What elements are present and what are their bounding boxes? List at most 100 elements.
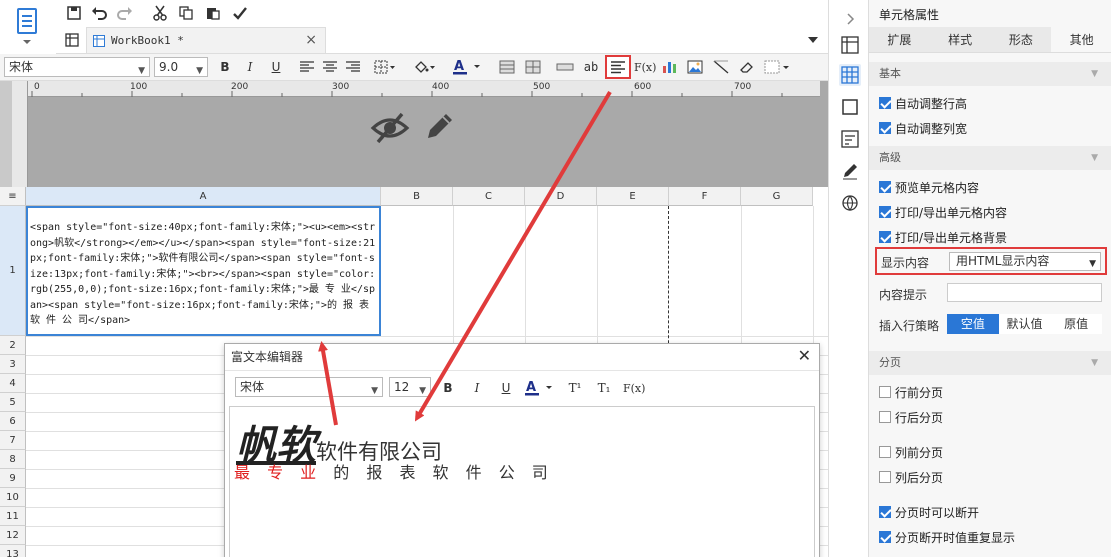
- text-align-button[interactable]: [605, 55, 631, 79]
- checkbox-repeat-on-break[interactable]: 分页断开时值重复显示: [879, 528, 1015, 546]
- checkbox-page-after-row[interactable]: 行后分页: [879, 408, 943, 426]
- section-advanced[interactable]: 高级 ▼: [869, 146, 1111, 170]
- align-left-icon[interactable]: [298, 57, 316, 77]
- row-header-7[interactable]: 7: [0, 431, 26, 450]
- checkbox-page-before-row[interactable]: 行前分页: [879, 383, 943, 401]
- italic-button[interactable]: I: [241, 57, 259, 77]
- checkbox-preview-content[interactable]: 预览单元格内容: [879, 178, 979, 196]
- cut-icon[interactable]: [150, 3, 170, 23]
- cell-properties-icon[interactable]: [839, 64, 861, 86]
- merge-cells-icon[interactable]: [498, 57, 516, 77]
- section-basic[interactable]: 基本 ▼: [869, 62, 1111, 86]
- wrap-text-button[interactable]: ab: [582, 57, 600, 77]
- paste-icon[interactable]: [203, 3, 223, 23]
- font-size-select[interactable]: 9.0 ▼: [154, 57, 208, 77]
- image-icon[interactable]: [686, 57, 704, 77]
- row-header-9[interactable]: 9: [0, 469, 26, 488]
- chart-icon[interactable]: [661, 57, 679, 77]
- indent-icon[interactable]: [556, 57, 574, 77]
- row-header-11[interactable]: 11: [0, 507, 26, 526]
- insert-policy-default[interactable]: 默认值: [999, 314, 1051, 334]
- align-right-icon[interactable]: [344, 57, 362, 77]
- checkbox-print-background[interactable]: 打印/导出单元格背景: [879, 228, 1007, 246]
- close-dialog-icon[interactable]: ✕: [798, 346, 811, 365]
- checkbox-print-content[interactable]: 打印/导出单元格内容: [879, 203, 1007, 221]
- align-center-icon[interactable]: [321, 57, 339, 77]
- editor-formula-button[interactable]: F(x): [623, 378, 645, 398]
- column-header-c[interactable]: C: [453, 187, 525, 206]
- fill-color-icon[interactable]: [414, 57, 436, 77]
- row-header-8[interactable]: 8: [0, 450, 26, 469]
- checkbox-page-before-col[interactable]: 列前分页: [879, 443, 943, 461]
- eraser-icon[interactable]: [738, 57, 756, 77]
- column-header-g[interactable]: G: [741, 187, 813, 206]
- checkbox-auto-col-width[interactable]: 自动调整列宽: [879, 119, 967, 137]
- column-header-e[interactable]: E: [597, 187, 669, 206]
- tab-workbook1[interactable]: WorkBook1 * ×: [86, 27, 326, 53]
- split-cells-icon[interactable]: [524, 57, 542, 77]
- select-all-corner[interactable]: ≡: [0, 187, 26, 206]
- tab-other[interactable]: 其他: [1051, 27, 1111, 52]
- insert-policy-original[interactable]: 原值: [1050, 314, 1102, 334]
- row-header-13[interactable]: 13: [0, 545, 26, 557]
- row-header-5[interactable]: 5: [0, 393, 26, 412]
- close-tab-icon[interactable]: ×: [305, 32, 317, 48]
- mobile-globe-icon[interactable]: [839, 192, 861, 214]
- checkbox-auto-row-height[interactable]: 自动调整行高: [879, 94, 967, 112]
- tab-style[interactable]: 样式: [930, 27, 991, 52]
- column-header-b[interactable]: B: [381, 187, 453, 206]
- widget-icon[interactable]: [839, 96, 861, 118]
- row-header-1[interactable]: 1: [0, 206, 26, 336]
- row-header-6[interactable]: 6: [0, 412, 26, 431]
- cell-a1[interactable]: <span style="font-size:40px;font-family:…: [26, 206, 381, 336]
- redo-icon[interactable]: [115, 3, 135, 23]
- content-hint-input[interactable]: [947, 283, 1102, 302]
- underline-button[interactable]: U: [267, 57, 285, 77]
- editor-underline-button[interactable]: U: [497, 378, 515, 398]
- tab-form[interactable]: 形态: [991, 27, 1052, 52]
- ruler-ticks: [31, 91, 783, 97]
- grid-layout-icon[interactable]: [62, 30, 82, 50]
- row-header-12[interactable]: 12: [0, 526, 26, 545]
- save-icon[interactable]: [64, 3, 84, 23]
- formula-button[interactable]: F(x): [634, 57, 656, 77]
- row-header-3[interactable]: 3: [0, 355, 26, 374]
- checkbox-page-after-col[interactable]: 列后分页: [879, 468, 943, 486]
- editor-content-area[interactable]: 帆软软件有限公司 最 专 业 的 报 表 软 件 公 司: [229, 406, 815, 557]
- row-header-10[interactable]: 10: [0, 488, 26, 507]
- column-header-a[interactable]: A: [26, 187, 381, 206]
- row-header-2[interactable]: 2: [0, 336, 26, 355]
- editor-bold-button[interactable]: B: [439, 378, 457, 398]
- condition-attribute-icon[interactable]: [839, 128, 861, 150]
- insert-policy-null[interactable]: 空值: [947, 314, 999, 334]
- editor-size-select[interactable]: 12 ▼: [389, 377, 431, 397]
- cell-style-icon[interactable]: [764, 57, 792, 77]
- format-painter-icon[interactable]: [230, 3, 250, 23]
- subscript-button[interactable]: T₁: [595, 378, 613, 398]
- editor-font-color-icon[interactable]: A: [524, 378, 554, 398]
- display-content-select[interactable]: 用HTML显示内容 ▼: [949, 252, 1101, 271]
- tab-expand[interactable]: 扩展: [869, 27, 930, 52]
- app-menu-button[interactable]: [0, 0, 56, 54]
- font-color-icon[interactable]: A: [452, 57, 482, 77]
- bold-button[interactable]: B: [216, 57, 234, 77]
- editor-italic-button[interactable]: I: [468, 378, 486, 398]
- undo-icon[interactable]: [89, 3, 109, 23]
- copy-icon[interactable]: [176, 3, 196, 23]
- column-header-d[interactable]: D: [525, 187, 597, 206]
- collapse-icon[interactable]: [839, 8, 861, 30]
- row-header-4[interactable]: 4: [0, 374, 26, 393]
- cell-element-icon[interactable]: [839, 34, 861, 56]
- checkbox-can-break[interactable]: 分页时可以断开: [879, 503, 979, 521]
- column-header-f[interactable]: F: [669, 187, 741, 206]
- section-pagination[interactable]: 分页 ▼: [869, 351, 1111, 375]
- editor-font-select[interactable]: 宋体 ▼: [235, 377, 383, 397]
- hyperlink-pen-icon[interactable]: [839, 160, 861, 182]
- slash-icon[interactable]: [712, 57, 730, 77]
- border-icon[interactable]: [374, 57, 396, 77]
- hide-eye-icon[interactable]: [370, 110, 410, 146]
- font-family-select[interactable]: 宋体 ▼: [4, 57, 150, 77]
- tab-menu-icon[interactable]: [803, 30, 823, 50]
- superscript-button[interactable]: T¹: [566, 378, 584, 398]
- edit-pencil-icon[interactable]: [422, 108, 458, 144]
